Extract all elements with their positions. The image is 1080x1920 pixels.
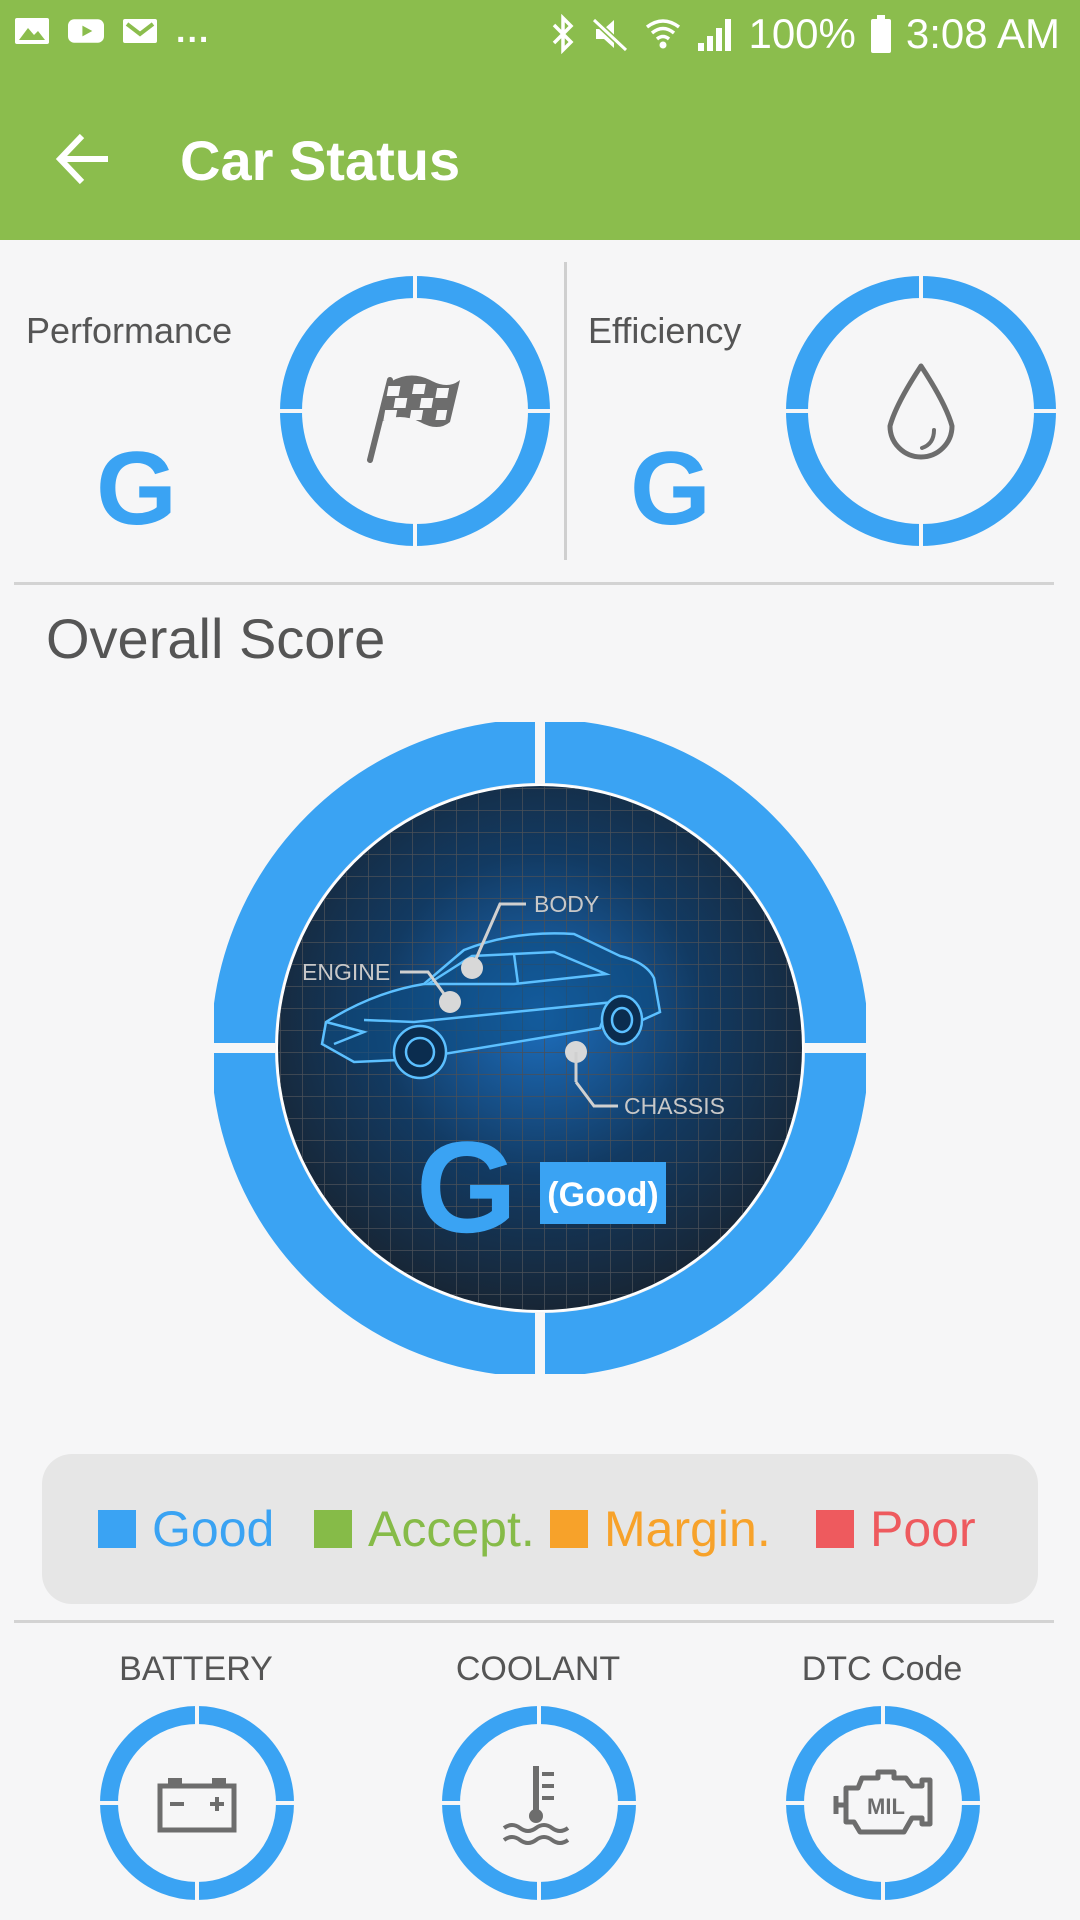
chassis-callout: CHASSIS xyxy=(624,1093,725,1119)
legend-label-good: Good xyxy=(152,1501,275,1557)
overall-score-gauge[interactable]: ENGINE BODY CHASSIS G (Good) xyxy=(211,719,869,1377)
overall-grade: G xyxy=(416,1114,517,1260)
gmail-icon xyxy=(123,19,157,43)
legend-accept: Accept. xyxy=(314,1454,535,1604)
dtc-code-label: DTC Code xyxy=(801,1650,963,1688)
battery-status-icon xyxy=(870,15,891,53)
score-legend: Good Accept. Margin. Poor xyxy=(42,1454,1038,1604)
efficiency-label: Efficiency xyxy=(588,310,742,351)
youtube-icon xyxy=(68,19,104,43)
body-callout: BODY xyxy=(534,891,599,917)
legend-swatch-margin xyxy=(550,1510,588,1548)
battery-ring[interactable] xyxy=(98,1704,296,1902)
bottom-divider xyxy=(14,1620,1054,1623)
battery-icon xyxy=(157,1778,237,1833)
svg-text:MIL: MIL xyxy=(867,1794,905,1819)
clock: 3:08 AM xyxy=(905,10,1060,57)
overall-grade-text: (Good) xyxy=(547,1176,658,1214)
performance-ring[interactable] xyxy=(278,274,552,548)
section-divider xyxy=(14,582,1054,585)
back-button[interactable] xyxy=(50,124,120,194)
app-bar: Car Status xyxy=(0,78,1080,240)
legend-label-accept: Accept. xyxy=(368,1501,535,1557)
engine-mil-icon: MIL xyxy=(833,1769,933,1835)
battery-percent: 100% xyxy=(748,10,856,57)
checkered-flag-icon xyxy=(367,375,460,463)
legend-swatch-poor xyxy=(816,1510,854,1548)
engine-callout: ENGINE xyxy=(302,959,390,985)
coolant-ring[interactable] xyxy=(440,1704,638,1902)
wifi-icon xyxy=(646,19,681,49)
coolant-temperature-icon xyxy=(502,1766,570,1845)
legend-margin: Margin. xyxy=(550,1454,771,1604)
legend-label-poor: Poor xyxy=(870,1501,976,1557)
performance-label: Performance xyxy=(26,310,233,351)
status-bar: ... 100% 3:08 AM xyxy=(0,0,1080,78)
mute-icon xyxy=(592,17,629,53)
efficiency-grade: G xyxy=(630,431,711,547)
legend-label-margin: Margin. xyxy=(604,1501,771,1557)
water-drop-icon xyxy=(887,363,955,460)
dtc-code-ring[interactable]: MIL xyxy=(784,1704,982,1902)
legend-poor: Poor xyxy=(816,1454,976,1604)
overall-score-title: Overall Score xyxy=(46,607,386,670)
performance-grade: G xyxy=(96,431,177,547)
efficiency-ring[interactable] xyxy=(784,274,1058,548)
more-notifications: ... xyxy=(176,12,211,50)
arrow-left-icon xyxy=(55,133,108,185)
bluetooth-icon xyxy=(553,14,574,54)
page-title: Car Status xyxy=(180,129,461,192)
coolant-label: COOLANT xyxy=(455,1650,621,1688)
legend-swatch-accept xyxy=(314,1510,352,1548)
battery-label: BATTERY xyxy=(119,1650,273,1688)
legend-swatch-good xyxy=(98,1510,136,1548)
signal-icon xyxy=(698,19,732,51)
panel-divider xyxy=(564,262,567,560)
image-icon xyxy=(15,18,49,44)
legend-good: Good xyxy=(98,1454,274,1604)
